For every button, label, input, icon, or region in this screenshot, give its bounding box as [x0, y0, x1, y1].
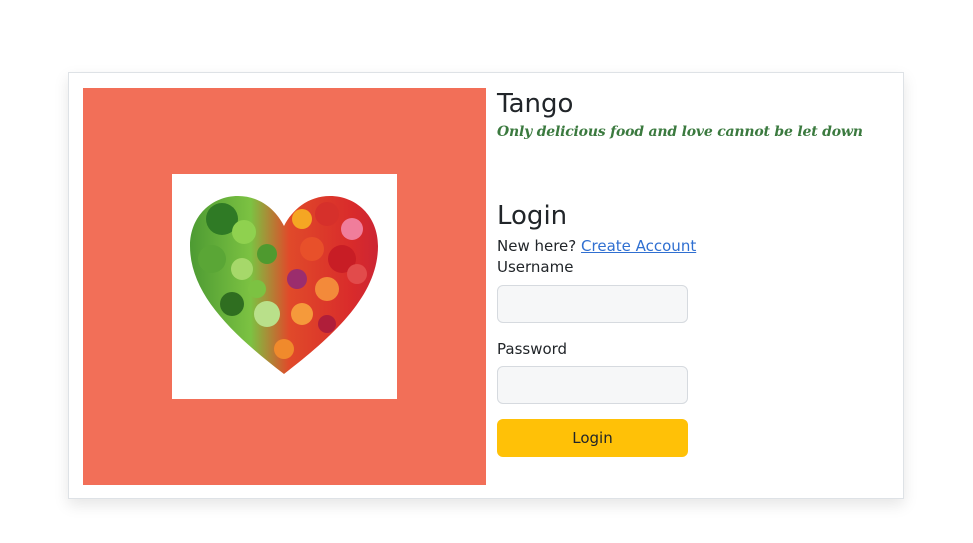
login-heading: Login	[497, 201, 568, 231]
create-account-link[interactable]: Create Account	[581, 237, 696, 255]
vegetable-heart-icon	[190, 196, 378, 374]
username-field[interactable]	[497, 285, 688, 323]
brand-tagline: Only delicious food and love cannot be l…	[497, 124, 863, 140]
signup-prompt: New here? Create Account	[497, 236, 696, 256]
login-card: Tango Only delicious food and love canno…	[68, 72, 904, 499]
vegetable-heart-image	[172, 174, 397, 399]
new-here-text: New here?	[497, 237, 577, 255]
password-field[interactable]	[497, 366, 688, 404]
hero-panel	[83, 88, 486, 485]
brand-title: Tango	[497, 89, 574, 119]
password-label: Password	[497, 340, 568, 358]
username-label: Username	[497, 258, 574, 276]
login-button[interactable]: Login	[497, 419, 688, 457]
